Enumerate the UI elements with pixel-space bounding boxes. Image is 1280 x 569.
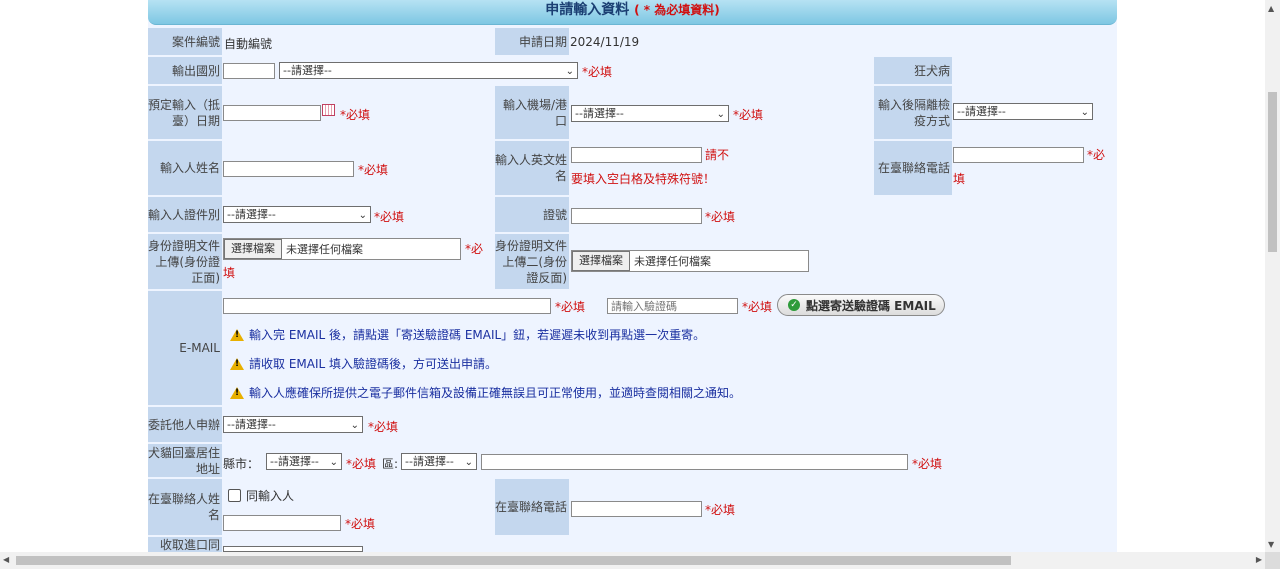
case-number-label: 案件編號 — [148, 28, 222, 55]
required-mark: *必填 — [953, 148, 1106, 186]
airport-select[interactable]: --請選擇-- ⌄ — [571, 105, 729, 122]
arrival-date-input[interactable] — [223, 105, 321, 121]
address-input[interactable] — [481, 454, 908, 470]
required-mark: *必填 — [582, 65, 613, 79]
required-note: ( * 為必填資料) — [634, 3, 720, 17]
scroll-up-icon[interactable]: ▲ — [1268, 4, 1274, 13]
scroll-right-icon[interactable]: ▶ — [1256, 555, 1262, 564]
same-as-importer-label: 同輸入人 — [246, 489, 295, 503]
choose-file-button[interactable]: 選擇檔案 — [572, 251, 630, 271]
id-front-upload-label: 身份證明文件上傳(身份證正面) — [148, 234, 222, 289]
importer-english-name-label: 輸入人英文姓名 — [495, 141, 569, 195]
scrollbar-corner — [1265, 552, 1280, 569]
email-note: 請收取 EMAIL 填入驗證碼後，方可送出申請。 — [230, 355, 497, 372]
required-mark: *必填 — [223, 242, 484, 280]
check-icon: ✓ — [788, 299, 800, 311]
english-name-warning: 請不要填入空白格及特殊符號！ — [571, 148, 730, 186]
contact-phone2-input[interactable] — [571, 501, 702, 517]
district-select[interactable]: --請選擇-- ⌄ — [401, 453, 477, 470]
id-type-select[interactable]: --請選擇-- ⌄ — [223, 206, 371, 223]
contact-name-input[interactable] — [223, 515, 341, 531]
case-number-value: 自動編號 — [224, 37, 273, 51]
warning-icon — [230, 357, 244, 370]
quarantine-label: 輸入後隔離檢疫方式 — [874, 86, 952, 139]
arrival-date-label: 預定輸入（抵臺）日期 — [148, 86, 222, 139]
export-country-select[interactable]: --請選擇-- ⌄ — [279, 62, 578, 79]
required-mark: *必填 — [368, 420, 399, 434]
required-mark: *必填 — [340, 108, 371, 122]
send-verification-email-button[interactable]: ✓ 點選寄送驗證碼 EMAIL — [777, 294, 945, 316]
email-note: 輸入完 EMAIL 後，請點選「寄送驗證碼 EMAIL」鈕，若遲遲未收到再點選一… — [230, 326, 705, 343]
required-mark: *必填 — [345, 517, 376, 531]
agent-label: 委託他人申辦 — [148, 407, 222, 442]
agent-select[interactable]: --請選擇-- ⌄ — [223, 416, 363, 433]
id-type-label: 輸入人證件別 — [148, 197, 222, 232]
export-country-code-input[interactable] — [223, 63, 275, 79]
form-header: 申請輸入資料 ( * 為必填資料) — [148, 0, 1117, 25]
importer-name-input[interactable] — [223, 161, 354, 177]
vertical-scroll-thumb[interactable] — [1268, 92, 1277, 252]
contact-phone2-label: 在臺聯絡電話 — [495, 479, 569, 535]
required-mark: *必填 — [374, 210, 405, 224]
calendar-icon[interactable] — [322, 104, 335, 116]
address-label: 犬貓回臺居住地址 — [148, 444, 222, 477]
id-number-label: 證號 — [495, 197, 569, 232]
id-back-upload-label: 身份證明文件上傳二(身份證反面) — [495, 234, 569, 289]
id-back-file-input[interactable]: 選擇檔案 未選擇任何檔案 — [571, 250, 809, 272]
required-mark: *必填 — [733, 108, 764, 122]
email-input[interactable] — [223, 298, 551, 314]
required-mark: *必填 — [912, 457, 943, 471]
email-note: 輸入人應確保所提供之電子郵件信箱及設備正確無誤且可正常使用，並適時查閱相關之通知… — [230, 384, 741, 401]
required-mark: *必填 — [742, 300, 773, 314]
form-title: 申請輸入資料 — [545, 2, 630, 18]
importer-name-label: 輸入人姓名 — [148, 141, 222, 195]
warning-icon — [230, 328, 244, 341]
quarantine-select[interactable]: --請選擇-- ⌄ — [953, 103, 1093, 120]
contact-name-label: 在臺聯絡人姓名 — [148, 479, 222, 535]
email-label: E-MAIL — [148, 291, 222, 405]
apply-date-value: 2024/11/19 — [570, 35, 640, 49]
contact-phone-label: 在臺聯絡電話 — [874, 141, 952, 195]
district-label: 區: — [382, 457, 399, 471]
same-as-importer-checkbox[interactable] — [228, 489, 241, 502]
export-country-label: 輸出國別 — [148, 57, 222, 84]
city-select[interactable]: --請選擇-- ⌄ — [266, 453, 342, 470]
scroll-left-icon[interactable]: ◀ — [3, 555, 9, 564]
id-number-input[interactable] — [571, 208, 702, 224]
rabies-label: 狂犬病 — [874, 57, 952, 84]
required-mark: *必填 — [705, 210, 736, 224]
airport-label: 輸入機場/港口 — [495, 86, 569, 139]
horizontal-scroll-thumb[interactable] — [16, 556, 1011, 565]
vertical-scrollbar[interactable]: ▲ ▼ — [1265, 0, 1280, 552]
city-label: 縣市： — [223, 457, 260, 471]
warning-icon — [230, 386, 244, 399]
horizontal-scrollbar[interactable]: ◀ ▶ — [0, 552, 1265, 569]
required-mark: *必填 — [358, 163, 389, 177]
required-mark: *必填 — [705, 503, 736, 517]
required-mark: *必填 — [555, 300, 586, 314]
port-label: 收取進口同 — [148, 537, 222, 552]
scroll-down-icon[interactable]: ▼ — [1268, 540, 1274, 549]
verification-code-input[interactable] — [607, 298, 738, 314]
required-mark: *必填 — [346, 457, 377, 471]
apply-date-label: 申請日期 — [495, 28, 569, 55]
